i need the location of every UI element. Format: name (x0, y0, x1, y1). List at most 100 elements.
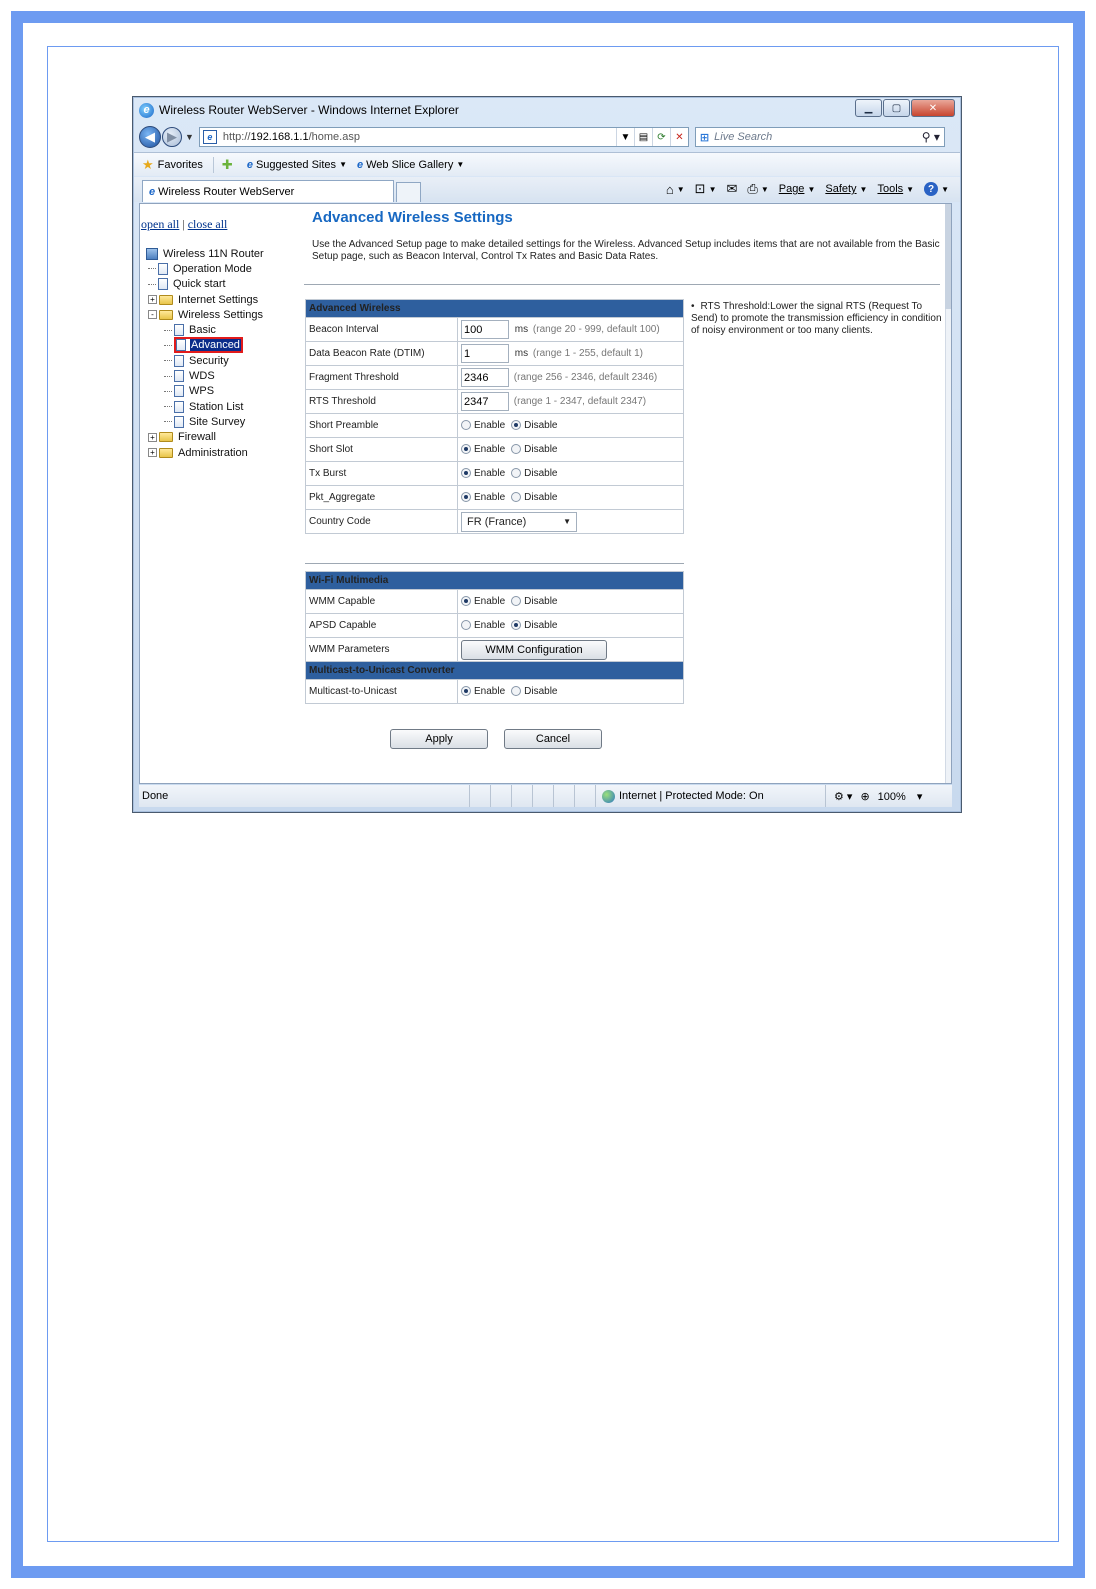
open-all-link[interactable]: open all (141, 217, 179, 231)
tree-item[interactable]: Advanced (144, 337, 265, 354)
radio-disable[interactable] (511, 686, 522, 697)
wmm-parameters-label: WMM Parameters (305, 637, 458, 662)
tree-item[interactable]: Station List (144, 399, 265, 414)
tree-item[interactable]: Operation Mode (144, 261, 265, 276)
tree-item-label: WDS (189, 370, 215, 383)
suggested-sites-button[interactable]: e Suggested Sites ▼ (247, 159, 347, 171)
forward-button[interactable]: ▶ (162, 127, 182, 147)
help-menu[interactable]: ? ▼ (924, 182, 949, 196)
close-all-link[interactable]: close all (188, 217, 228, 231)
radio-disable[interactable] (511, 596, 522, 607)
apply-button[interactable]: Apply (390, 729, 488, 749)
collapse-icon[interactable]: - (148, 310, 157, 320)
address-bar[interactable]: e http://192.168.1.1/home.asp ▼ ▤ ⟳ ✕ (198, 127, 689, 147)
radio-disable[interactable] (511, 620, 522, 631)
safety-menu[interactable]: Safety ▼ (825, 183, 867, 195)
tree-item[interactable]: Basic (144, 322, 265, 337)
rts-threshold-input[interactable] (461, 392, 509, 411)
tree-item[interactable]: WPS (144, 384, 265, 399)
radio-disable[interactable] (511, 420, 522, 431)
wmm-configuration-button[interactable]: WMM Configuration (461, 639, 607, 660)
search-icon[interactable]: ⚲ ▾ (922, 130, 940, 144)
feeds-button[interactable]: ⊡ ▼ (695, 181, 717, 197)
help-text: RTS Threshold:Lower the signal RTS (Requ… (691, 301, 942, 336)
router-icon (146, 247, 158, 260)
radio-disable[interactable] (511, 468, 522, 479)
tree-item[interactable]: WDS (144, 368, 265, 383)
radio-disable[interactable] (511, 444, 522, 455)
tree-item[interactable]: - Wireless Settings (144, 307, 265, 322)
radio-enable[interactable] (461, 468, 471, 479)
favorites-button[interactable]: ★ Favorites (142, 157, 203, 173)
close-window-button[interactable]: ✕ (911, 99, 955, 117)
search-box[interactable]: ⊞ Live Search ⚲ ▾ (694, 127, 945, 147)
security-zone[interactable]: Internet | Protected Mode: On (595, 785, 825, 807)
stop-icon[interactable]: ✕ (669, 128, 688, 146)
refresh-icon[interactable]: ⟳ (651, 128, 670, 146)
tab-ie-icon: e (149, 185, 156, 198)
page-menu[interactable]: Page ▼ (779, 183, 816, 195)
tree-item[interactable]: Site Survey (144, 414, 265, 429)
tree-item-node: Station List (174, 400, 244, 413)
tree-connector (164, 360, 172, 362)
address-dropdown-icon[interactable]: ▼ (615, 128, 634, 146)
advanced-wireless-table: Advanced Wireless Beacon Interval ms (ra… (305, 299, 684, 534)
new-tab-button[interactable] (396, 182, 421, 202)
tree-item[interactable]: Wireless 11N Router (144, 246, 265, 261)
cancel-button[interactable]: Cancel (504, 729, 602, 749)
table-row: Fragment Threshold (range 256 - 2346, de… (305, 365, 684, 390)
radio-enable[interactable] (461, 420, 471, 431)
table-row: Short Slot Enable Disable (305, 437, 684, 462)
radio-enable[interactable] (461, 444, 471, 455)
tree-item[interactable]: + Administration (144, 445, 265, 460)
radio-disable[interactable] (511, 492, 522, 503)
dtim-input[interactable] (461, 344, 509, 363)
tree-item[interactable]: Security (144, 353, 265, 368)
status-cells (469, 785, 595, 807)
protected-mode-icon[interactable]: ⚙ ▾ (834, 790, 852, 803)
web-slice-gallery-button[interactable]: e Web Slice Gallery ▼ (357, 159, 464, 171)
maximize-button[interactable]: ▢ (883, 99, 910, 117)
print-button[interactable]: ⎙ ▼ (747, 181, 768, 197)
beacon-interval-input[interactable] (461, 320, 509, 339)
beacon-interval-unit: ms (514, 324, 529, 336)
help-icon: ? (924, 182, 939, 196)
history-dropdown-icon[interactable]: ▼ (185, 132, 194, 142)
radio-enable[interactable] (461, 686, 471, 697)
main-content: Advanced Wireless Settings Use the Advan… (304, 204, 948, 783)
address-url[interactable]: http://192.168.1.1/home.asp (223, 131, 616, 143)
add-favorite-button[interactable]: ✚ (222, 157, 237, 173)
radio-enable[interactable] (461, 620, 471, 631)
tree-item-label: WPS (189, 385, 215, 398)
printer-icon: ⎙ (747, 181, 758, 196)
tree-connector (164, 375, 172, 377)
tree-item-node: Operation Mode (158, 262, 253, 275)
beacon-interval-cell: ms (range 20 - 999, default 100) (457, 317, 684, 342)
zoom-control[interactable]: ⊕ 100% ▾ (860, 790, 922, 803)
tree-item[interactable]: Quick start (144, 277, 265, 292)
country-code-select[interactable]: FR (France) ▼ (461, 511, 577, 532)
window-title: Wireless Router WebServer - Windows Inte… (159, 103, 459, 117)
expand-icon[interactable]: + (148, 295, 157, 305)
tree-item[interactable]: + Firewall (144, 430, 265, 445)
expand-icon[interactable]: + (148, 448, 157, 457)
expand-icon[interactable]: + (148, 432, 157, 442)
home-icon: ⌂ (665, 181, 674, 197)
tab-router-webserver[interactable]: e Wireless Router WebServer (142, 180, 394, 202)
fragment-threshold-input[interactable] (461, 368, 509, 387)
minimize-button[interactable]: ▁ (855, 99, 882, 117)
read-mail-button[interactable]: ✉ (727, 181, 738, 197)
tree-item[interactable]: + Internet Settings (144, 292, 265, 307)
home-button[interactable]: ⌂ ▼ (666, 182, 685, 197)
folder-icon (159, 309, 173, 320)
tx-burst-label: Tx Burst (305, 461, 458, 486)
tools-menu[interactable]: Tools ▼ (877, 183, 914, 195)
radio-enable[interactable] (461, 596, 471, 607)
help-bullet: • (691, 301, 695, 312)
compatibility-view-icon[interactable]: ▤ (633, 128, 652, 146)
radio-enable[interactable] (461, 492, 471, 503)
back-button[interactable]: ◀ (139, 126, 161, 148)
tree-item-label: Operation Mode (173, 262, 252, 275)
pkt-aggregate-label: Pkt_Aggregate (305, 485, 458, 510)
radio-disable-label: Disable (524, 443, 558, 455)
